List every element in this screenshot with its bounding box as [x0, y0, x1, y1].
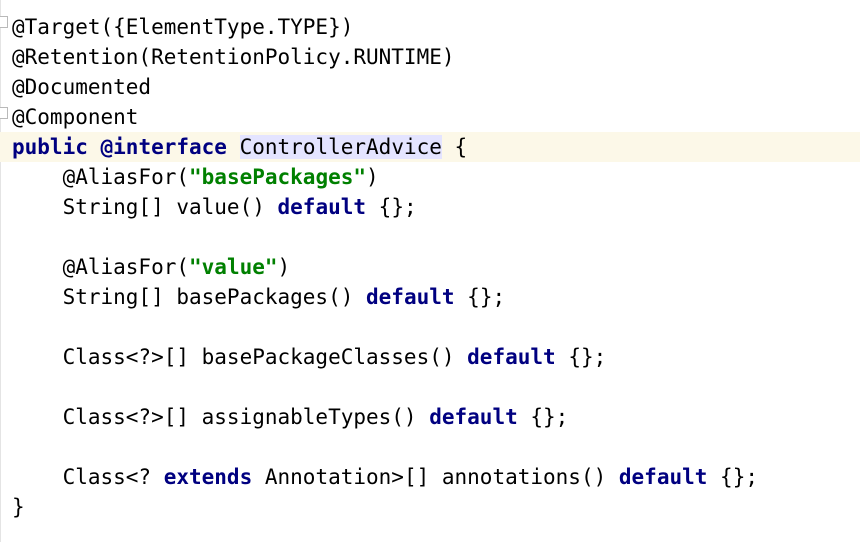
code-line[interactable]: @AliasFor("value"): [12, 252, 860, 282]
code-token: Class<?: [12, 465, 164, 489]
gutter-border: [0, 0, 1, 542]
code-token: ): [366, 165, 379, 189]
code-token: @Documented: [12, 75, 152, 99]
code-line[interactable]: @AliasFor("basePackages"): [12, 162, 860, 192]
code-token: {};: [555, 345, 607, 369]
code-token: Class<?>[] basePackageClasses(): [12, 345, 468, 369]
code-line[interactable]: @Documented: [12, 72, 860, 102]
fold-marker-icon[interactable]: [0, 16, 8, 28]
code-token: @Retention(RetentionPolicy.RUNTIME): [12, 45, 455, 69]
keyword-token: public: [12, 135, 88, 159]
code-line[interactable]: }: [12, 492, 860, 522]
string-token: "basePackages": [189, 165, 367, 189]
string-token: "value": [189, 255, 278, 279]
keyword-token: default: [277, 195, 367, 219]
code-token: String[] basePackages(): [12, 285, 367, 309]
code-token: ): [277, 255, 291, 279]
identifier-token-highlighted: ControllerAdvice: [239, 135, 442, 159]
code-token: @Component: [12, 105, 139, 129]
code-line[interactable]: [12, 222, 860, 252]
code-token: Annotation>[] annotations(): [252, 465, 619, 489]
code-line[interactable]: Class<?>[] basePackageClasses() default …: [12, 342, 860, 372]
code-line[interactable]: Class<?>[] assignableTypes() default {};: [12, 402, 860, 432]
code-token: Class<?>[] assignableTypes(): [12, 405, 430, 429]
code-line[interactable]: @Target({ElementType.TYPE}): [12, 12, 860, 42]
code-token: @AliasFor(: [12, 165, 190, 189]
keyword-token: default: [429, 405, 518, 429]
code-token: {};: [366, 195, 417, 219]
keyword-token: default: [618, 465, 708, 489]
code-token: {: [441, 135, 468, 159]
code-line[interactable]: @Component: [12, 102, 860, 132]
keyword-token: default: [467, 345, 556, 369]
code-line-current[interactable]: public @interface ControllerAdvice {: [0, 132, 860, 162]
code-line[interactable]: [12, 312, 860, 342]
code-line[interactable]: Class<? extends Annotation>[] annotation…: [12, 462, 860, 492]
code-area[interactable]: @Target({ElementType.TYPE}) @Retention(Re…: [0, 12, 860, 522]
fold-marker-icon[interactable]: [0, 107, 8, 119]
code-line[interactable]: String[] value() default {};: [12, 192, 860, 222]
code-token: {};: [454, 285, 506, 309]
keyword-token: @interface: [100, 135, 227, 159]
code-line[interactable]: [12, 432, 860, 462]
code-token: {};: [517, 405, 569, 429]
code-line[interactable]: @Retention(RetentionPolicy.RUNTIME): [12, 42, 860, 72]
keyword-token: extends: [163, 465, 253, 489]
code-editor[interactable]: @Target({ElementType.TYPE}) @Retention(Re…: [0, 0, 860, 542]
code-line[interactable]: String[] basePackages() default {};: [12, 282, 860, 312]
code-token: @Target({ElementType.TYPE}): [12, 15, 354, 39]
code-line[interactable]: [12, 372, 860, 402]
code-token: }: [12, 495, 25, 519]
code-token: @AliasFor(: [12, 255, 190, 279]
code-token: {};: [707, 465, 758, 489]
code-token: String[] value(): [12, 195, 278, 219]
keyword-token: default: [366, 285, 455, 309]
